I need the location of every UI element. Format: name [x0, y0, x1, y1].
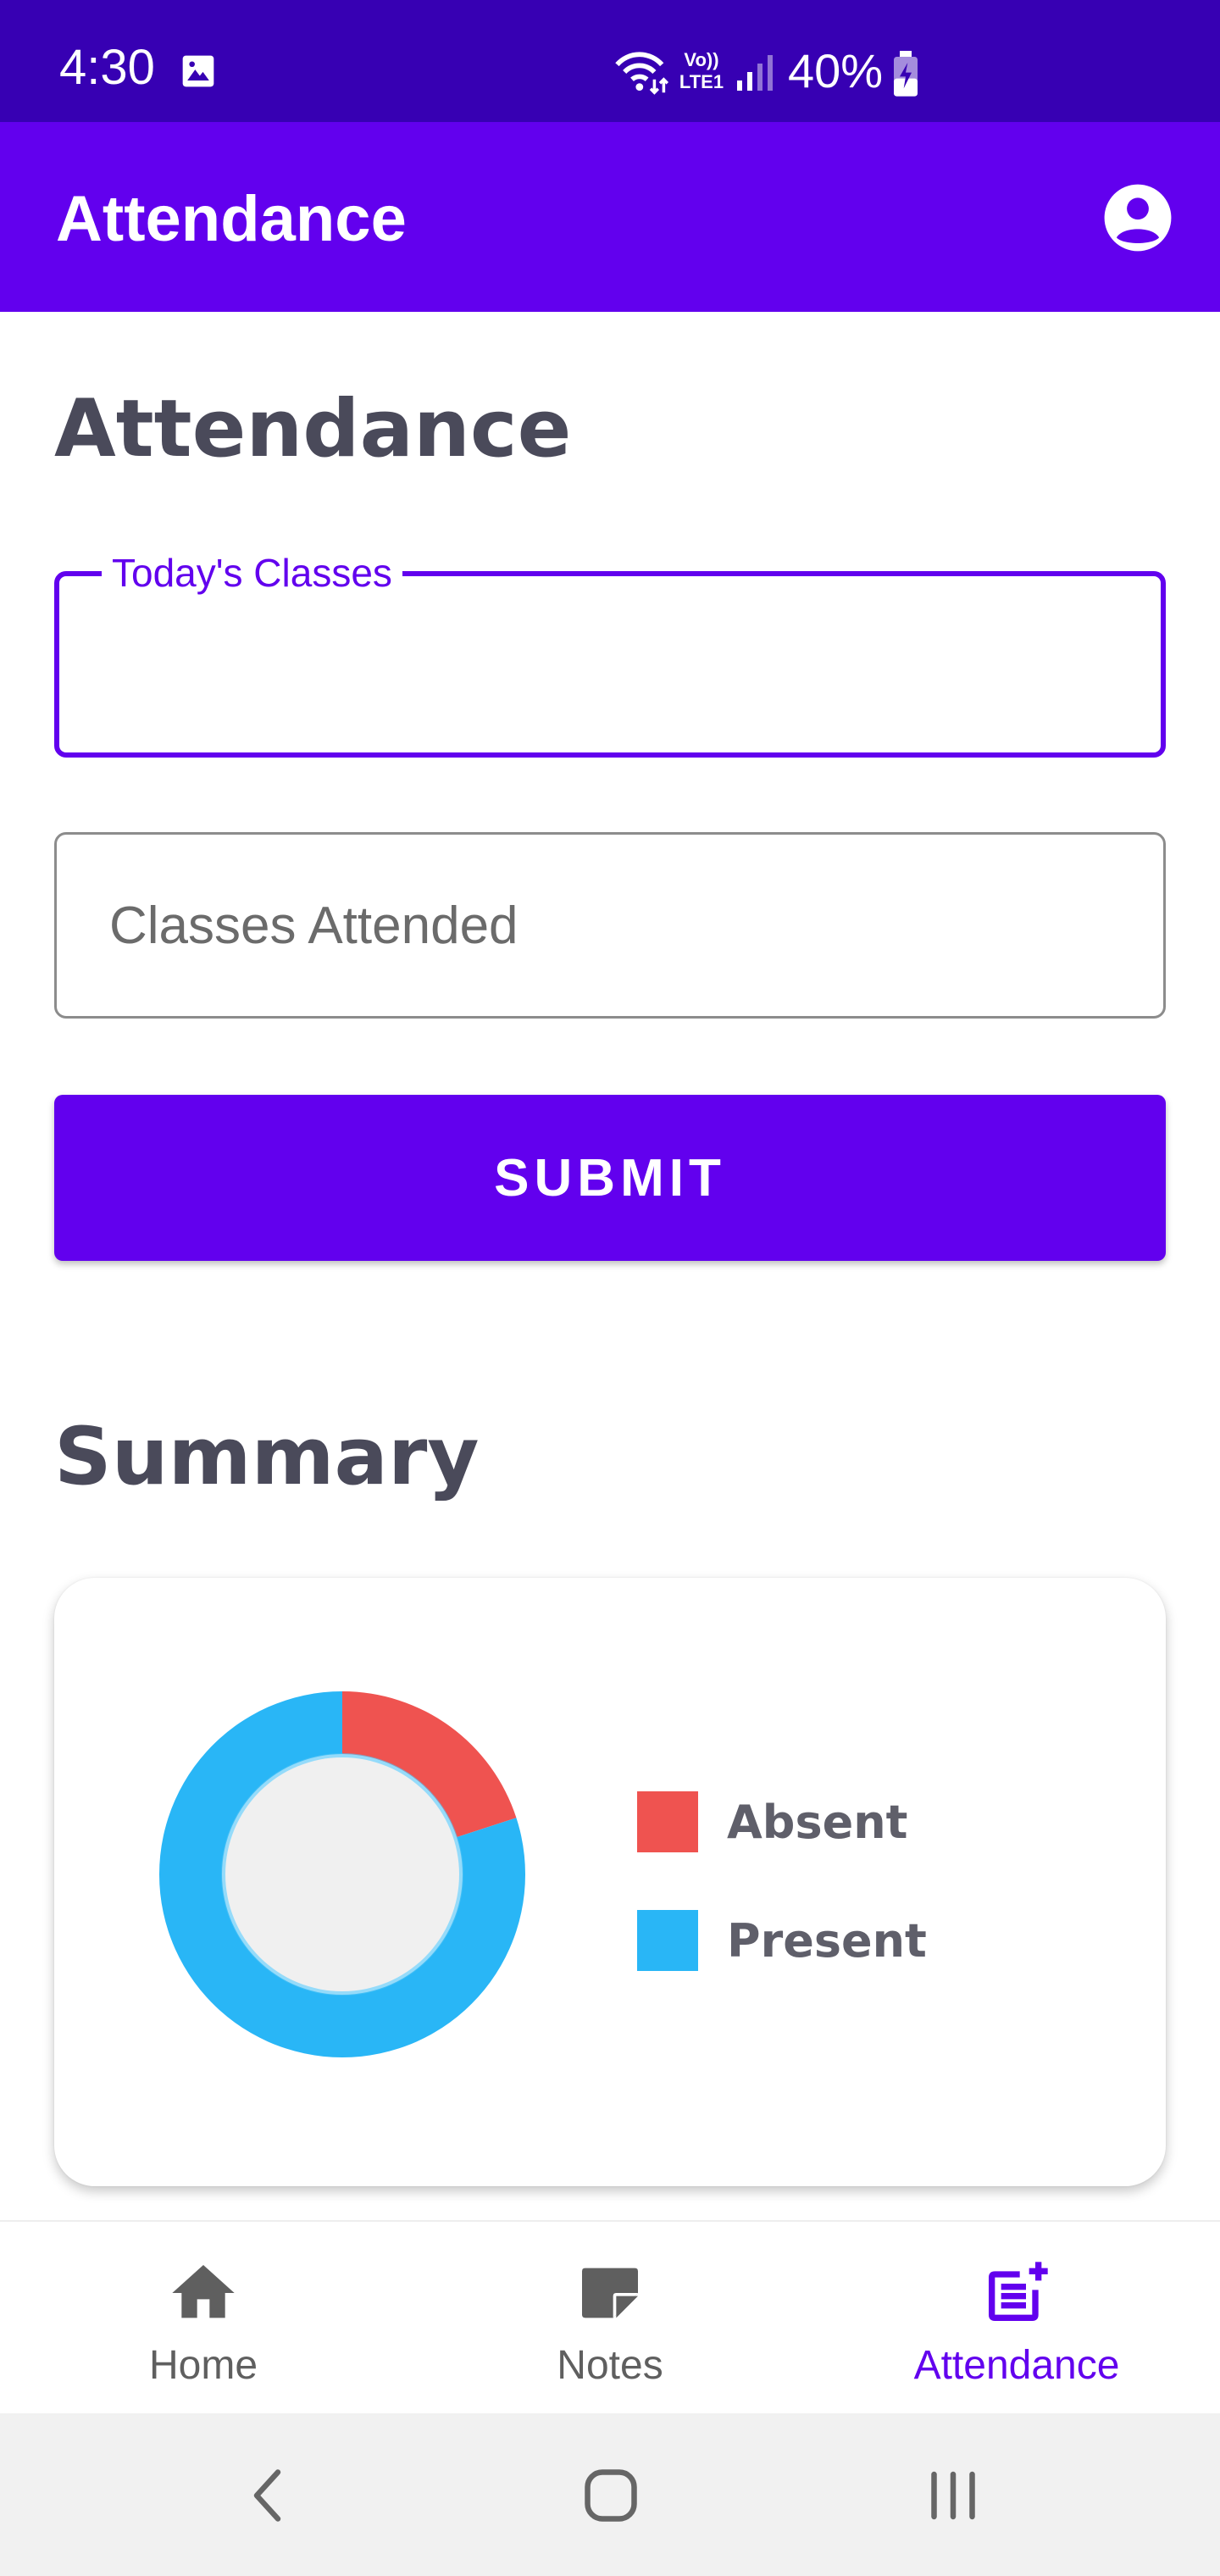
- nav-item-home[interactable]: Home: [0, 2222, 407, 2415]
- battery-charging-icon: [894, 51, 918, 97]
- status-bar: 4:30 Vo)) LTE1 40%: [0, 0, 1220, 122]
- nav-label-attendance: Attendance: [913, 2343, 1120, 2388]
- recents-icon[interactable]: [923, 2468, 983, 2523]
- signal-icon: [737, 55, 773, 91]
- system-navigation-bar: [0, 2413, 1220, 2576]
- app-bar: Attendance: [0, 122, 1220, 312]
- home-icon: [172, 2265, 235, 2318]
- donut-chart: [159, 1691, 525, 2057]
- legend-item-absent: Absent: [637, 1790, 907, 1854]
- legend-swatch-present: [637, 1910, 698, 1971]
- nav-item-notes[interactable]: Notes: [407, 2222, 813, 2415]
- home-circle-icon[interactable]: [581, 2466, 640, 2525]
- page-title: Attendance: [54, 383, 572, 475]
- legend-item-present: Present: [637, 1908, 927, 1973]
- gallery-icon: [182, 55, 214, 87]
- submit-button[interactable]: SUBMIT: [54, 1095, 1166, 1261]
- volte-icon: Vo)) LTE1: [679, 49, 724, 92]
- todays-classes-field[interactable]: Today's Classes: [54, 547, 1166, 758]
- status-time: 4:30: [59, 40, 155, 95]
- summary-card: Absent Present: [54, 1578, 1166, 2186]
- app-bar-title: Attendance: [56, 183, 407, 255]
- account-circle-icon[interactable]: [1101, 181, 1174, 254]
- todays-classes-input[interactable]: [110, 627, 1110, 705]
- nav-label-notes: Notes: [557, 2343, 663, 2388]
- nav-item-attendance[interactable]: Attendance: [813, 2222, 1220, 2415]
- nav-label-home: Home: [148, 2343, 258, 2388]
- bottom-navigation: Home Notes Attendance: [0, 2220, 1220, 2415]
- legend-swatch-absent: [637, 1791, 698, 1852]
- legend-label-present: Present: [727, 1913, 927, 1968]
- note-icon: [582, 2268, 638, 2318]
- post-add-icon: [989, 2262, 1048, 2321]
- donut-hole: [225, 1757, 459, 1991]
- back-icon[interactable]: [244, 2466, 295, 2525]
- classes-attended-placeholder: Classes Attended: [109, 897, 518, 955]
- classes-attended-field[interactable]: Classes Attended: [54, 832, 1166, 1019]
- todays-classes-label: Today's Classes: [102, 547, 402, 598]
- legend-label-absent: Absent: [727, 1795, 908, 1849]
- summary-heading: Summary: [54, 1411, 480, 1503]
- wifi-icon: [615, 52, 669, 95]
- attendance-screen: 4:30 Vo)) LTE1 40% Attendance Attendance…: [0, 0, 1220, 2576]
- battery-percentage: 40%: [788, 44, 884, 97]
